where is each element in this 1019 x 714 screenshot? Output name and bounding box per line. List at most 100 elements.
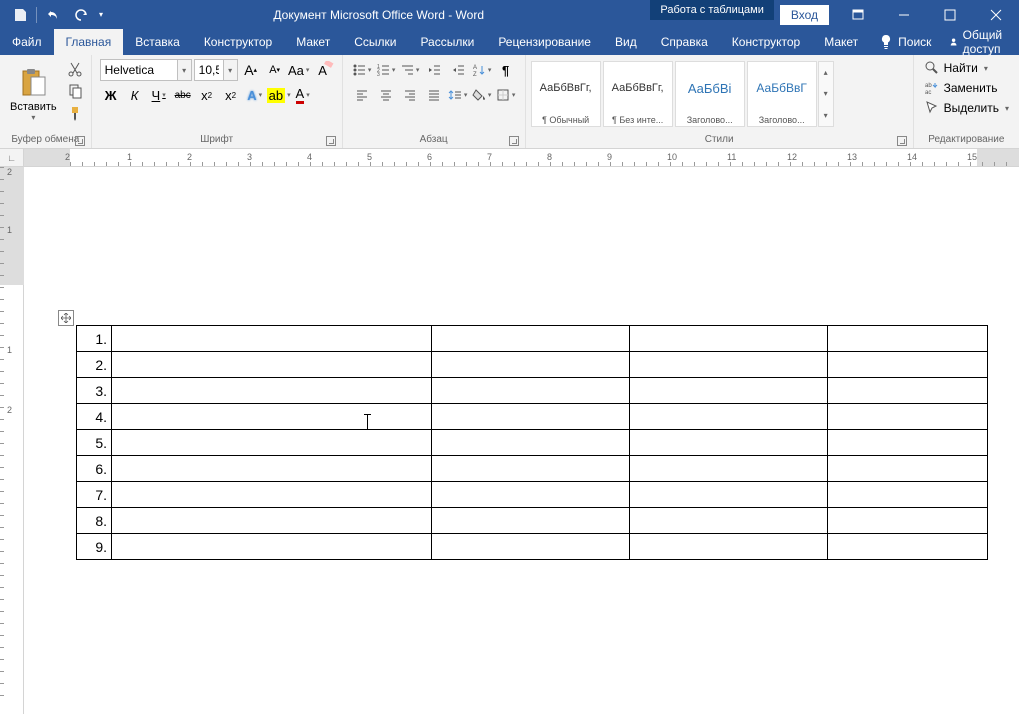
paragraph-dialog-launcher[interactable] <box>509 136 519 146</box>
format-painter-button[interactable] <box>65 103 85 123</box>
document-table[interactable]: 1. 2. 3. 4. 5. 6. 7. 8. 9. <box>76 325 988 560</box>
justify-button[interactable] <box>423 84 445 106</box>
sort-button[interactable]: AZ <box>471 59 493 81</box>
text-cursor-icon <box>367 414 368 430</box>
document-canvas[interactable]: 1. 2. 3. 4. 5. 6. 7. 8. 9. <box>24 167 1019 714</box>
styles-up-icon[interactable]: ▴ <box>819 62 833 83</box>
font-dialog-launcher[interactable] <box>326 136 336 146</box>
ribbon-display-icon[interactable] <box>835 0 881 29</box>
qat-customize-icon[interactable]: ▾ <box>95 2 107 28</box>
highlight-button[interactable]: ab <box>268 84 290 106</box>
style-no-spacing[interactable]: АаБбВвГг,¶ Без инте... <box>603 61 673 127</box>
tab-help[interactable]: Справка <box>649 29 720 55</box>
font-name-combo[interactable]: ▾ <box>100 59 192 81</box>
redo-icon[interactable] <box>67 2 95 28</box>
row-number[interactable]: 7. <box>77 482 112 508</box>
row-number[interactable]: 4. <box>77 404 112 430</box>
row-number[interactable]: 3. <box>77 378 112 404</box>
strike-button[interactable]: abc <box>172 84 194 106</box>
vertical-ruler[interactable]: 2112 <box>0 167 24 714</box>
change-case-button[interactable]: Aa <box>288 59 310 81</box>
tab-mailings[interactable]: Рассылки <box>408 29 486 55</box>
close-icon[interactable] <box>973 0 1019 29</box>
row-number[interactable]: 5. <box>77 430 112 456</box>
styles-dialog-launcher[interactable] <box>897 136 907 146</box>
paste-button[interactable]: Вставить ▾ <box>4 57 63 132</box>
minimize-icon[interactable] <box>881 0 927 29</box>
styles-more-icon[interactable]: ▾ <box>819 105 833 126</box>
row-number[interactable]: 2. <box>77 352 112 378</box>
select-button[interactable]: Выделить▾ <box>922 99 1011 117</box>
subscript-button[interactable]: x2 <box>196 84 218 106</box>
save-icon[interactable] <box>6 2 34 28</box>
cut-button[interactable] <box>65 59 85 79</box>
tab-insert[interactable]: Вставка <box>123 29 192 55</box>
tab-design[interactable]: Конструктор <box>192 29 284 55</box>
increase-indent-button[interactable] <box>447 59 469 81</box>
paste-label: Вставить <box>10 101 57 113</box>
horizontal-ruler[interactable]: 2123456789101112131415 <box>24 149 1019 166</box>
numbering-button[interactable]: 123 <box>375 59 397 81</box>
bullets-button[interactable] <box>351 59 373 81</box>
maximize-icon[interactable] <box>927 0 973 29</box>
style-normal[interactable]: АаБбВвГг,¶ Обычный <box>531 61 601 127</box>
grow-font-button[interactable]: A▴ <box>240 59 262 81</box>
row-number[interactable]: 8. <box>77 508 112 534</box>
group-clipboard-label: Буфер обмена <box>11 134 79 145</box>
text-effects-button[interactable]: A <box>244 84 266 106</box>
group-font-label: Шрифт <box>200 134 233 145</box>
shrink-font-button[interactable]: A▾ <box>264 59 286 81</box>
eraser-icon <box>324 61 334 71</box>
svg-text:Z: Z <box>473 72 477 77</box>
tab-review[interactable]: Рецензирование <box>486 29 603 55</box>
row-number[interactable]: 6. <box>77 456 112 482</box>
style-heading1[interactable]: АаБбВіЗаголово... <box>675 61 745 127</box>
undo-icon[interactable] <box>39 2 67 28</box>
sort-icon: AZ <box>472 63 486 77</box>
table-move-handle[interactable] <box>58 310 74 326</box>
login-button[interactable]: Вход <box>780 5 829 25</box>
font-size-input[interactable] <box>195 60 223 80</box>
copy-button[interactable] <box>65 81 85 101</box>
row-number[interactable]: 9. <box>77 534 112 560</box>
font-size-combo[interactable]: ▾ <box>194 59 238 81</box>
bold-button[interactable]: Ж <box>100 84 122 106</box>
superscript-button[interactable]: x2 <box>220 84 242 106</box>
chevron-down-icon[interactable]: ▾ <box>177 60 191 80</box>
tab-home[interactable]: Главная <box>54 29 124 55</box>
tab-selector[interactable]: ∟ <box>0 149 24 166</box>
font-color-button[interactable]: A <box>292 84 314 106</box>
decrease-indent-button[interactable] <box>423 59 445 81</box>
tab-references[interactable]: Ссылки <box>342 29 408 55</box>
align-left-button[interactable] <box>351 84 373 106</box>
clear-format-button[interactable]: A <box>312 59 334 81</box>
tab-file[interactable]: Файл <box>0 29 54 55</box>
tab-table-layout[interactable]: Макет <box>812 29 870 55</box>
clipboard-dialog-launcher[interactable] <box>75 136 85 146</box>
replace-button[interactable]: abacЗаменить <box>922 79 1011 97</box>
tab-view[interactable]: Вид <box>603 29 649 55</box>
chevron-down-icon[interactable]: ▾ <box>223 60 237 80</box>
font-name-input[interactable] <box>101 60 177 80</box>
line-spacing-button[interactable] <box>447 84 469 106</box>
bullets-icon <box>352 63 366 77</box>
borders-button[interactable] <box>495 84 517 106</box>
align-center-button[interactable] <box>375 84 397 106</box>
ribbon-tabs: Файл Главная Вставка Конструктор Макет С… <box>0 29 1019 55</box>
italic-button[interactable]: К <box>124 84 146 106</box>
tell-me-search[interactable]: Поиск <box>870 29 939 55</box>
find-button[interactable]: Найти▾ <box>922 59 1011 77</box>
style-heading2[interactable]: АаБбВвГЗаголово... <box>747 61 817 127</box>
tab-layout[interactable]: Макет <box>284 29 342 55</box>
underline-button[interactable]: Ч <box>148 84 170 106</box>
align-right-button[interactable] <box>399 84 421 106</box>
show-marks-button[interactable]: ¶ <box>495 59 517 81</box>
share-button[interactable]: Общий доступ <box>939 29 1019 55</box>
styles-down-icon[interactable]: ▾ <box>819 83 833 104</box>
group-font: ▾ ▾ A▴ A▾ Aa A Ж К Ч abc x2 x2 A ab A Шр… <box>92 55 343 148</box>
row-number[interactable]: 1. <box>77 326 112 352</box>
shading-button[interactable] <box>471 84 493 106</box>
multilevel-button[interactable] <box>399 59 421 81</box>
tab-table-design[interactable]: Конструктор <box>720 29 812 55</box>
search-icon <box>924 60 940 76</box>
